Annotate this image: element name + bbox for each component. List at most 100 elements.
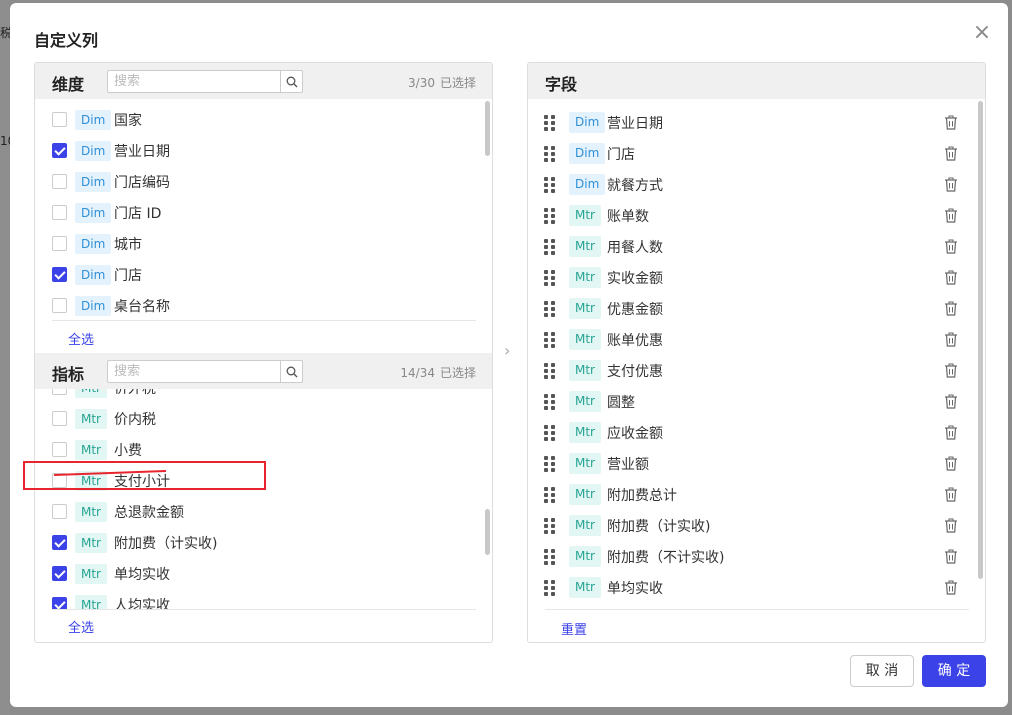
item-label: 总退款金额: [114, 504, 184, 521]
dimensions-list-item[interactable]: Dim 门店 ID: [35, 197, 475, 228]
dimensions-list-item[interactable]: Dim 国家: [35, 104, 475, 135]
field-label: 附加费（不计实收): [607, 550, 725, 566]
dimensions-count: 3/30 已选择: [408, 74, 476, 91]
metrics-scrollbar[interactable]: [485, 509, 490, 555]
fields-scrollbar[interactable]: [978, 101, 983, 579]
dimensions-header: 维度 3/30 已选择: [35, 63, 492, 99]
drag-handle-icon[interactable]: [544, 549, 558, 565]
trash-icon[interactable]: [944, 580, 958, 595]
metrics-search-input[interactable]: [108, 361, 280, 382]
trash-icon[interactable]: [944, 487, 958, 502]
drag-handle-icon[interactable]: [544, 580, 558, 596]
trash-icon[interactable]: [944, 146, 958, 161]
field-item: Dim 营业日期: [528, 107, 968, 138]
item-label: 价内税: [114, 411, 156, 428]
metrics-list-item[interactable]: Mtr 价外税: [35, 389, 475, 403]
dimensions-scrollbar[interactable]: [485, 101, 490, 156]
metrics-list-item[interactable]: Mtr 总退款金额: [35, 496, 475, 527]
drag-handle-icon[interactable]: [544, 363, 558, 379]
drag-handle-icon[interactable]: [544, 301, 558, 317]
field-item: Mtr 附加费（计实收): [528, 510, 968, 541]
drag-handle-icon[interactable]: [544, 270, 558, 286]
dimensions-title: 维度: [52, 75, 85, 94]
checkbox[interactable]: [52, 566, 67, 581]
field-label: 账单优惠: [607, 333, 663, 349]
metrics-list-item[interactable]: Mtr 价内税: [35, 403, 475, 434]
cancel-button[interactable]: 取 消: [850, 655, 914, 687]
drag-handle-icon[interactable]: [544, 518, 558, 534]
dimensions-list-item[interactable]: Dim 桌台名称: [35, 290, 475, 320]
trash-icon[interactable]: [944, 332, 958, 347]
dimensions-list: Dim 国家 Dim 营业日期 Dim 门店编码 Dim 门店 ID Dim 城市 Dim 门店 Dim…: [35, 104, 492, 320]
drag-handle-icon[interactable]: [544, 394, 558, 410]
metrics-list-item[interactable]: Mtr 附加费（计实收): [35, 527, 475, 558]
type-tag: Mtr: [75, 594, 107, 609]
search-icon[interactable]: [280, 71, 302, 92]
field-label: 营业日期: [607, 116, 663, 132]
trash-icon[interactable]: [944, 177, 958, 192]
metrics-list-item[interactable]: Mtr 人均实收: [35, 589, 475, 609]
drag-handle-icon[interactable]: [544, 425, 558, 441]
type-tag: Dim: [75, 171, 112, 192]
item-label: 小费: [114, 442, 142, 459]
checkbox[interactable]: [52, 174, 67, 189]
trash-icon[interactable]: [944, 549, 958, 564]
field-item: Mtr 附加费总计: [528, 479, 968, 510]
drag-handle-icon[interactable]: [544, 115, 558, 131]
field-label: 单均实收: [607, 581, 663, 597]
drag-handle-icon[interactable]: [544, 332, 558, 348]
drag-handle-icon[interactable]: [544, 487, 558, 503]
checkbox[interactable]: [52, 411, 67, 426]
dimensions-list-item[interactable]: Dim 门店编码: [35, 166, 475, 197]
checkbox[interactable]: [52, 504, 67, 519]
drag-handle-icon[interactable]: [544, 146, 558, 162]
dimensions-search-input[interactable]: [108, 71, 280, 92]
divider: [52, 609, 476, 610]
checkbox[interactable]: [52, 597, 67, 609]
dimensions-list-item[interactable]: Dim 城市: [35, 228, 475, 259]
metrics-select-all[interactable]: 全选: [68, 617, 94, 636]
trash-icon[interactable]: [944, 270, 958, 285]
search-icon[interactable]: [280, 361, 302, 382]
field-item: Mtr 应收金额: [528, 417, 968, 448]
checkbox[interactable]: [52, 442, 67, 457]
drag-handle-icon[interactable]: [544, 208, 558, 224]
trash-icon[interactable]: [944, 363, 958, 378]
item-label: 人均实收: [114, 597, 170, 610]
type-tag: Mtr: [569, 391, 601, 412]
type-tag: Mtr: [75, 408, 107, 429]
checkbox[interactable]: [52, 389, 67, 395]
checkbox[interactable]: [52, 267, 67, 282]
trash-icon[interactable]: [944, 425, 958, 440]
reset-link[interactable]: 重置: [561, 619, 587, 638]
item-label: 城市: [114, 236, 142, 253]
drag-handle-icon[interactable]: [544, 239, 558, 255]
trash-icon[interactable]: [944, 518, 958, 533]
type-tag: Dim: [569, 174, 606, 195]
metrics-list-item[interactable]: Mtr 单均实收: [35, 558, 475, 589]
checkbox[interactable]: [52, 143, 67, 158]
field-item: Mtr 附加费（不计实收): [528, 541, 968, 572]
close-icon[interactable]: ×: [972, 22, 992, 44]
type-tag: Mtr: [569, 546, 601, 567]
trash-icon[interactable]: [944, 208, 958, 223]
type-tag: Dim: [75, 295, 112, 316]
confirm-button[interactable]: 确 定: [922, 655, 986, 687]
trash-icon[interactable]: [944, 456, 958, 471]
trash-icon[interactable]: [944, 301, 958, 316]
checkbox[interactable]: [52, 205, 67, 220]
checkbox[interactable]: [52, 298, 67, 313]
trash-icon[interactable]: [944, 394, 958, 409]
metrics-title: 指标: [52, 365, 85, 384]
drag-handle-icon[interactable]: [544, 456, 558, 472]
dimensions-list-item[interactable]: Dim 门店: [35, 259, 475, 290]
dimensions-list-item[interactable]: Dim 营业日期: [35, 135, 475, 166]
field-label: 应收金额: [607, 426, 663, 442]
trash-icon[interactable]: [944, 115, 958, 130]
drag-handle-icon[interactable]: [544, 177, 558, 193]
dimensions-select-all[interactable]: 全选: [68, 329, 94, 348]
trash-icon[interactable]: [944, 239, 958, 254]
checkbox[interactable]: [52, 236, 67, 251]
checkbox[interactable]: [52, 112, 67, 127]
checkbox[interactable]: [52, 535, 67, 550]
